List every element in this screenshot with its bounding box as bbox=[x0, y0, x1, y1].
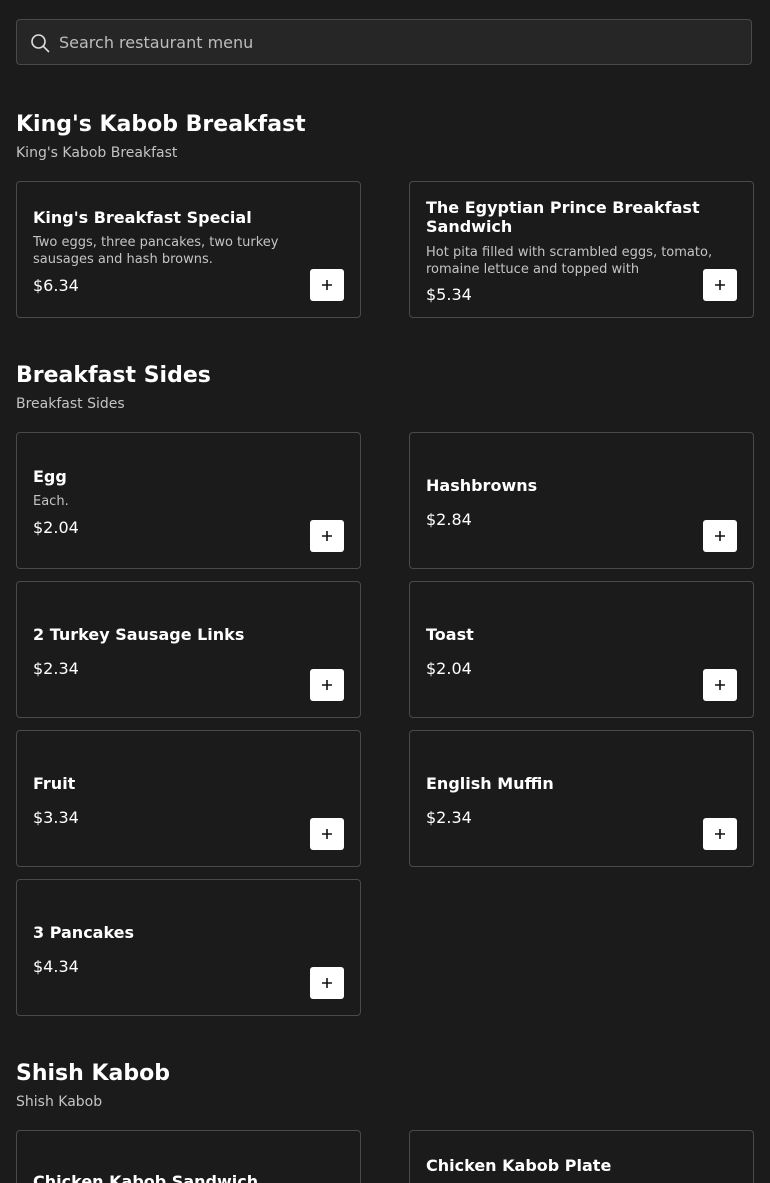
plus-icon bbox=[322, 680, 332, 690]
menu-item-card[interactable]: Hashbrowns $2.84 bbox=[409, 432, 754, 569]
plus-icon bbox=[715, 280, 725, 290]
plus-icon bbox=[715, 531, 725, 541]
menu-item-card[interactable]: Chicken Kabob Sandwich bbox=[16, 1130, 361, 1183]
menu-item-card[interactable]: The Egyptian Prince Breakfast Sandwich H… bbox=[409, 181, 754, 318]
item-price: $6.34 bbox=[33, 276, 79, 295]
item-price: $5.34 bbox=[426, 285, 472, 304]
search-bar[interactable] bbox=[16, 19, 752, 65]
add-item-button[interactable] bbox=[703, 818, 737, 850]
item-name: English Muffin bbox=[426, 774, 554, 793]
item-name: 3 Pancakes bbox=[33, 923, 135, 942]
menu-item-card[interactable]: King's Breakfast Special Two eggs, three… bbox=[16, 181, 361, 318]
add-item-button[interactable] bbox=[310, 669, 344, 701]
add-item-button[interactable] bbox=[703, 669, 737, 701]
plus-icon bbox=[322, 531, 332, 541]
menu-item-card[interactable]: 2 Turkey Sausage Links $2.34 bbox=[16, 581, 361, 718]
menu-item-card[interactable]: Fruit $3.34 bbox=[16, 730, 361, 867]
item-name: Toast bbox=[426, 625, 474, 644]
item-description: Two eggs, three pancakes, two turkey sau… bbox=[33, 235, 279, 267]
search-icon bbox=[30, 33, 50, 53]
plus-icon bbox=[322, 978, 332, 988]
menu-item-card[interactable]: Toast $2.04 bbox=[409, 581, 754, 718]
plus-icon bbox=[322, 280, 332, 290]
item-name: King's Breakfast Special bbox=[33, 208, 252, 227]
item-name: The Egyptian Prince Breakfast Sandwich bbox=[426, 198, 700, 236]
item-name: Egg bbox=[33, 467, 67, 486]
item-name: Fruit bbox=[33, 774, 76, 793]
plus-icon bbox=[322, 829, 332, 839]
section-subtitle: Shish Kabob bbox=[16, 1094, 103, 1110]
menu-page: King's Kabob Breakfast King's Kabob Brea… bbox=[0, 0, 770, 1183]
add-item-button[interactable] bbox=[703, 520, 737, 552]
add-item-button[interactable] bbox=[703, 269, 737, 301]
item-price: $2.34 bbox=[426, 808, 472, 827]
section-title: Shish Kabob bbox=[16, 1061, 170, 1086]
add-item-button[interactable] bbox=[310, 818, 344, 850]
menu-item-card[interactable]: Egg Each. $2.04 bbox=[16, 432, 361, 569]
section-subtitle: Breakfast Sides bbox=[16, 396, 125, 412]
item-price: $2.84 bbox=[426, 510, 472, 529]
item-description: Hot pita filled with scrambled eggs, tom… bbox=[426, 245, 713, 277]
add-item-button[interactable] bbox=[310, 520, 344, 552]
section-title: King's Kabob Breakfast bbox=[16, 112, 306, 137]
plus-icon bbox=[715, 829, 725, 839]
item-price: $3.34 bbox=[33, 808, 79, 827]
item-name: Chicken Kabob Plate bbox=[426, 1156, 612, 1175]
plus-icon bbox=[715, 680, 725, 690]
search-input[interactable] bbox=[59, 20, 739, 64]
menu-item-card[interactable]: English Muffin $2.34 bbox=[409, 730, 754, 867]
item-price: $2.34 bbox=[33, 659, 79, 678]
section-subtitle: King's Kabob Breakfast bbox=[16, 145, 178, 161]
item-price: $2.04 bbox=[33, 518, 79, 537]
menu-item-card[interactable]: Chicken Kabob Plate bbox=[409, 1130, 754, 1183]
item-price: $4.34 bbox=[33, 957, 79, 976]
section-title: Breakfast Sides bbox=[16, 363, 211, 388]
item-name: Chicken Kabob Sandwich bbox=[33, 1172, 259, 1183]
item-price: $2.04 bbox=[426, 659, 472, 678]
item-name: Hashbrowns bbox=[426, 476, 538, 495]
menu-item-card[interactable]: 3 Pancakes $4.34 bbox=[16, 879, 361, 1016]
add-item-button[interactable] bbox=[310, 967, 344, 999]
item-name: 2 Turkey Sausage Links bbox=[33, 625, 245, 644]
add-item-button[interactable] bbox=[310, 269, 344, 301]
